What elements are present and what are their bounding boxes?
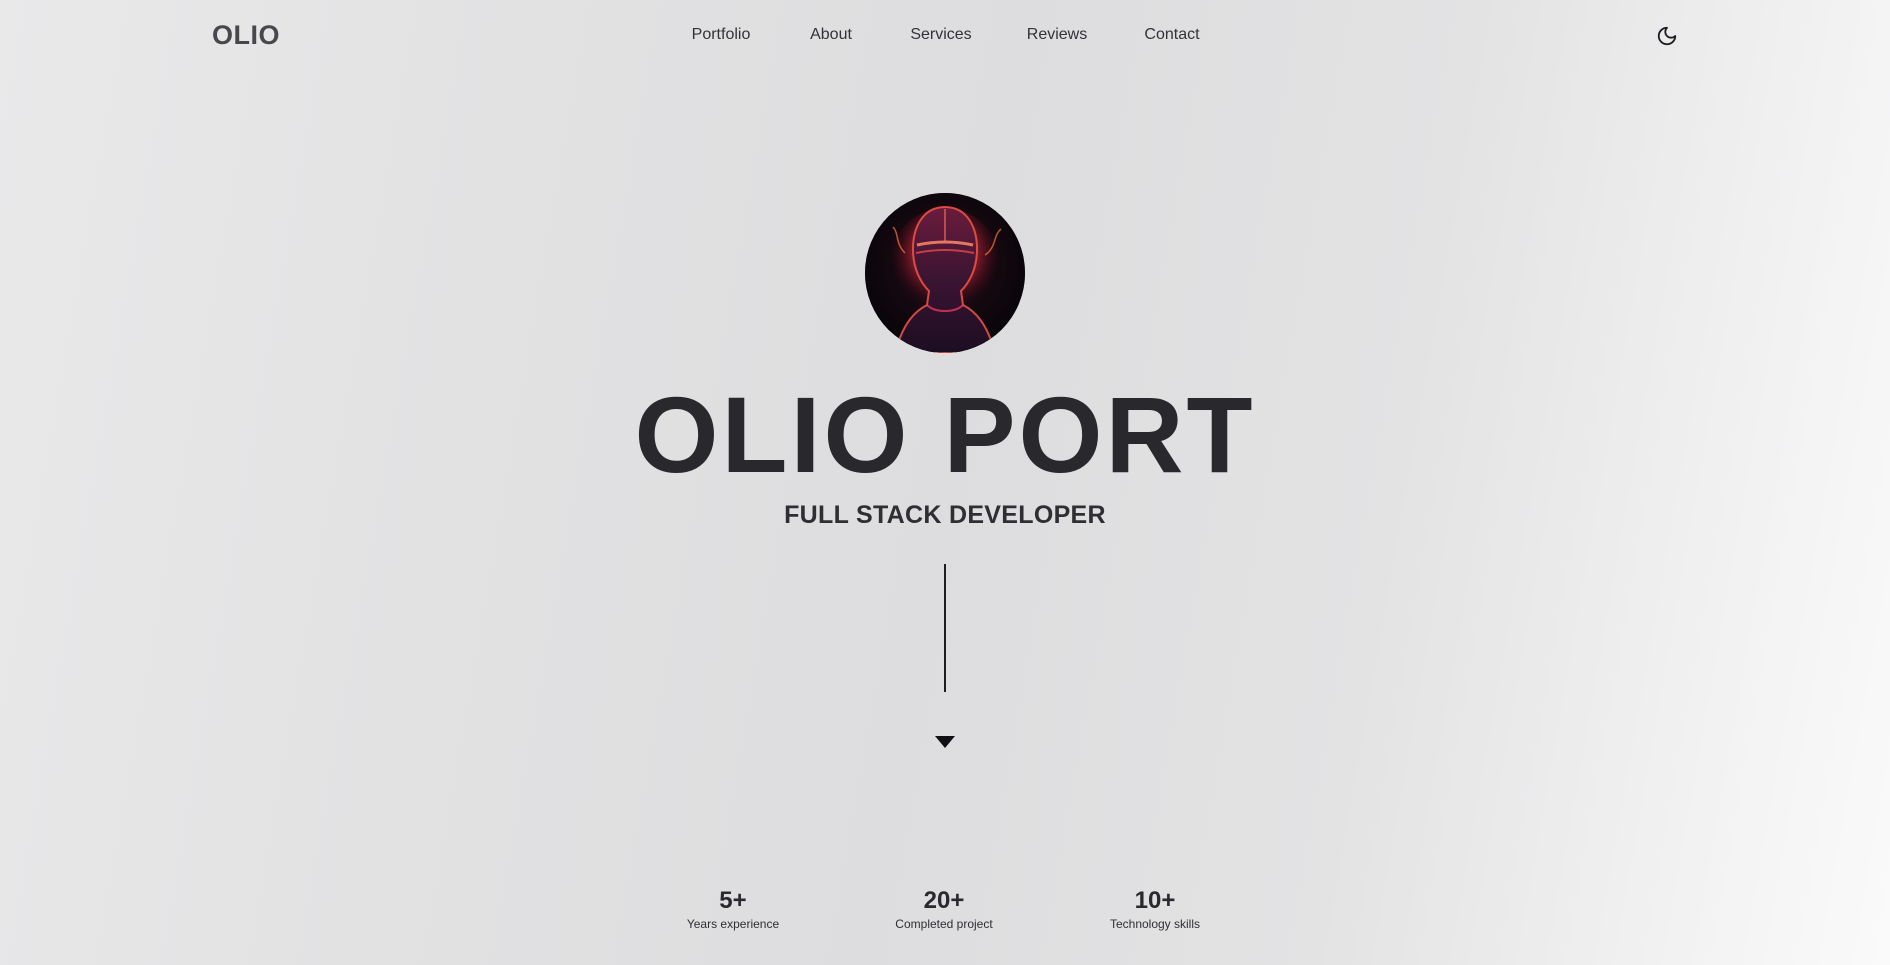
stat-completed-project: 20+ Completed project bbox=[895, 887, 992, 931]
nav-item-contact[interactable]: Contact bbox=[1144, 26, 1199, 44]
stat-label: Technology skills bbox=[1109, 917, 1201, 931]
stat-technology-skills: 10+ Technology skills bbox=[1110, 887, 1200, 931]
hero-title: OLIO PORT bbox=[634, 374, 1256, 495]
hero-subtitle: FULL STACK DEVELOPER bbox=[784, 501, 1106, 529]
stat-value: 10+ bbox=[1134, 887, 1176, 914]
stat-value: 5+ bbox=[719, 887, 747, 914]
caret-down-icon bbox=[935, 736, 955, 748]
scroll-down-button[interactable] bbox=[934, 735, 956, 749]
nav-item-about[interactable]: About bbox=[810, 26, 852, 44]
stat-label: Years experience bbox=[686, 917, 780, 931]
nav-item-portfolio[interactable]: Portfolio bbox=[692, 26, 751, 44]
moon-icon bbox=[1657, 26, 1677, 46]
stat-value: 20+ bbox=[923, 887, 965, 914]
stat-label: Completed project bbox=[895, 917, 993, 931]
stat-years-experience: 5+ Years experience bbox=[687, 887, 779, 931]
nav-item-reviews[interactable]: Reviews bbox=[1027, 26, 1087, 44]
main-nav: Portfolio About Services Reviews Contact bbox=[0, 26, 1890, 50]
avatar-image bbox=[865, 193, 1025, 353]
nav-item-services[interactable]: Services bbox=[910, 26, 971, 44]
scroll-line bbox=[944, 564, 946, 692]
avatar bbox=[865, 193, 1025, 353]
theme-toggle-button[interactable] bbox=[1656, 25, 1678, 47]
